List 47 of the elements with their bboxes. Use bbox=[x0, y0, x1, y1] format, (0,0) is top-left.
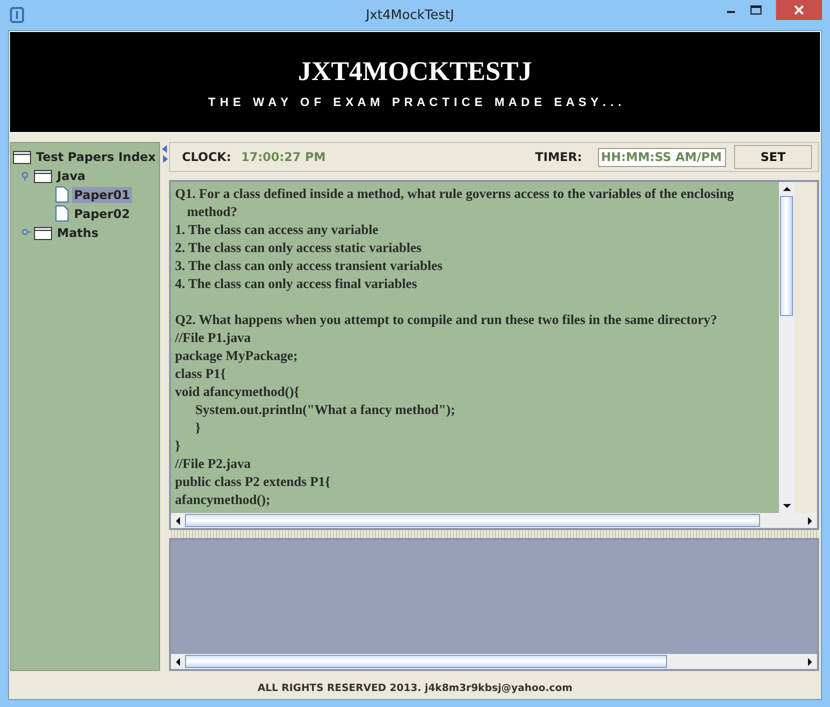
close-button[interactable] bbox=[776, 0, 822, 20]
question-text-line: System.out.println("What a fancy method"); bbox=[194, 401, 456, 419]
question-text-line: 1. The class can access any variable bbox=[175, 221, 380, 239]
expanded-handle-icon[interactable] bbox=[21, 170, 31, 180]
clock-value: 17:00:27 PM bbox=[241, 150, 326, 164]
question-text-line: package MyPackage; bbox=[175, 347, 299, 365]
folder-icon bbox=[13, 150, 31, 164]
document-icon bbox=[55, 186, 69, 203]
tree-item[interactable]: Paper02 bbox=[72, 206, 132, 222]
collapsed-handle-icon[interactable] bbox=[21, 228, 31, 238]
set-button[interactable]: SET bbox=[734, 145, 812, 169]
question-text-line: 3. The class can only access transient variables bbox=[175, 257, 444, 275]
question-text-line: Q1. For a class defined inside a method, what rule governs access to the variables of the enclosing method? bbox=[175, 185, 735, 221]
question-text-line: //File P2.java bbox=[175, 455, 252, 473]
scroll-thumb[interactable] bbox=[185, 655, 667, 668]
document-icon bbox=[55, 205, 69, 222]
window-title: Jxt4MockTestJ bbox=[364, 8, 456, 22]
scroll-thumb[interactable] bbox=[780, 196, 793, 316]
folder-icon bbox=[34, 168, 52, 182]
tree-root[interactable]: Test Papers Index bbox=[34, 148, 158, 164]
question-text-line: } bbox=[175, 437, 182, 455]
tree-item[interactable]: Paper01 bbox=[72, 186, 132, 202]
question-text-line: class P1{ bbox=[175, 365, 227, 383]
folder-icon bbox=[34, 226, 52, 240]
timer-label: TIMER: bbox=[535, 150, 582, 164]
tree-item[interactable]: Java bbox=[55, 168, 88, 184]
horizontal-scrollbar[interactable] bbox=[171, 654, 817, 669]
question-text-line: afancymethod(); bbox=[175, 491, 272, 509]
maximize-icon[interactable] bbox=[750, 5, 762, 15]
clock-label: CLOCK: bbox=[182, 150, 232, 164]
horizontal-scrollbar[interactable] bbox=[171, 513, 817, 528]
question-text-line: } bbox=[194, 419, 202, 437]
question-text-line: void afancymethod(){ bbox=[175, 383, 300, 401]
scroll-thumb[interactable] bbox=[185, 514, 760, 527]
close-icon[interactable] bbox=[793, 4, 805, 16]
question-text-line: //File P1.java bbox=[175, 329, 252, 347]
footer-text: ALL RIGHTS RESERVED 2013. j4k8m3r9kbsj@yahoo.com bbox=[256, 682, 574, 696]
vertical-scrollbar[interactable] bbox=[779, 182, 794, 513]
banner-title: JXT4MOCKTESTJ bbox=[298, 56, 532, 86]
question-text-line: public class P2 extends P1{ bbox=[175, 473, 332, 491]
timer-input-field[interactable]: HH:MM:SS AM/PM bbox=[598, 148, 726, 166]
question-text-line: 4. The class can only access final variables bbox=[175, 275, 418, 293]
banner-tagline: T H E W A Y O F E X A M P R A C T I C E M A D E E A S Y . . . bbox=[208, 94, 622, 108]
app-icon bbox=[10, 7, 24, 23]
tree-item[interactable]: Maths bbox=[55, 224, 100, 240]
question-text-line: 2. The class can only access static variables bbox=[175, 239, 422, 257]
question-text-line: Q2. What happens when you attempt to compile and run these two files in the same directory? bbox=[175, 311, 718, 329]
